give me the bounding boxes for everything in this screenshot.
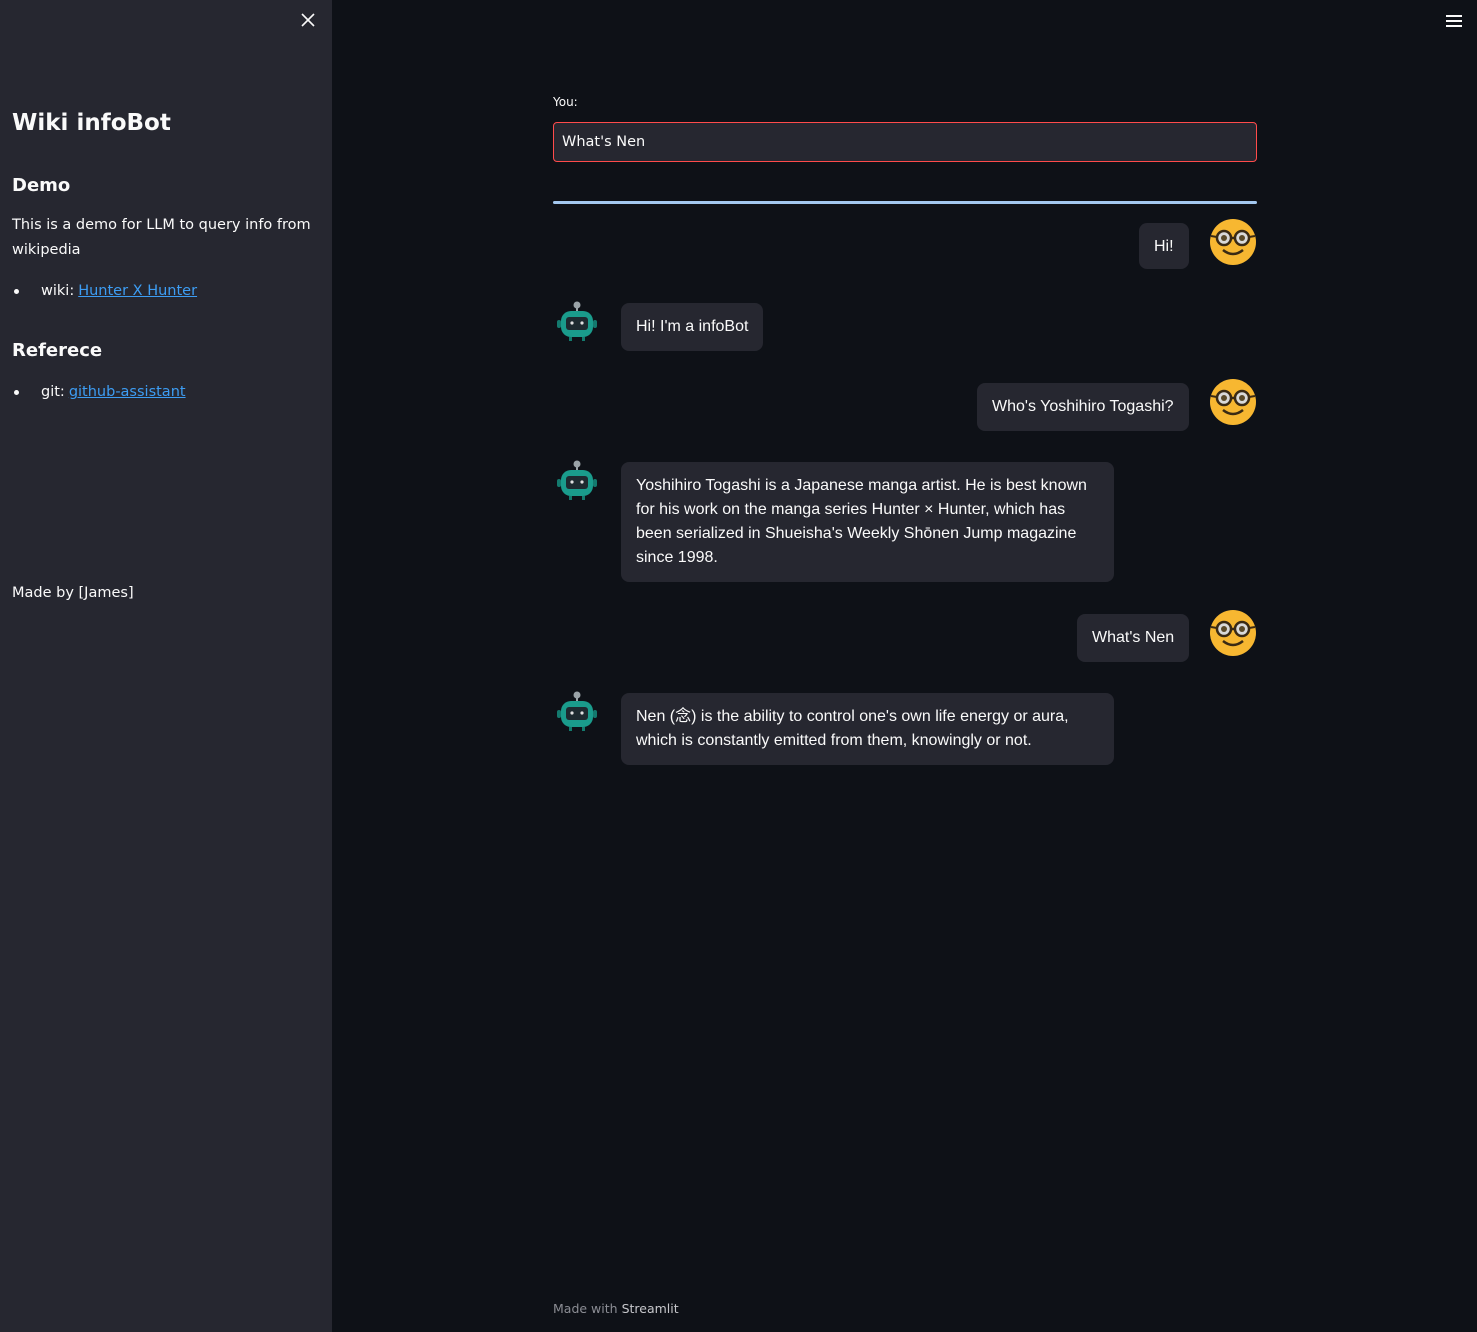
- nerd-face-avatar-icon: [1209, 609, 1257, 657]
- bot-message-bubble: Nen (念) is the ability to control one's …: [621, 693, 1114, 765]
- input-label: You:: [553, 95, 578, 109]
- progress-divider: [553, 201, 1257, 204]
- bot-message-bubble: Hi! I'm a infoBot: [621, 303, 764, 351]
- streamlit-link[interactable]: Streamlit: [622, 1301, 679, 1316]
- wiki-prefix: wiki:: [41, 283, 75, 299]
- hamburger-menu-icon: [1444, 15, 1464, 27]
- user-message-bubble: What's Nen: [1077, 614, 1190, 662]
- bot-message-bubble: Yoshihiro Togashi is a Japanese manga ar…: [621, 462, 1114, 582]
- robot-avatar-icon: [555, 690, 599, 734]
- git-list-item: git: github-assistant: [12, 384, 186, 400]
- nerd-face-avatar-icon: [1209, 218, 1257, 266]
- git-prefix: git:: [41, 384, 65, 400]
- user-message-bubble: Hi!: [1139, 223, 1189, 269]
- nerd-face-avatar-icon: [1209, 378, 1257, 426]
- close-sidebar-button[interactable]: [298, 10, 318, 30]
- main-menu-button[interactable]: [1444, 12, 1464, 30]
- robot-avatar-icon: [555, 300, 599, 344]
- bullet: [14, 288, 19, 294]
- wiki-link[interactable]: Hunter X Hunter: [78, 283, 197, 299]
- user-message-bubble: Who's Yoshihiro Togashi?: [977, 383, 1189, 431]
- sidebar-title: Wiki infoBot: [12, 110, 171, 136]
- reference-heading: Referece: [12, 340, 103, 361]
- robot-avatar-icon: [555, 459, 599, 503]
- bullet: [14, 389, 19, 395]
- made-by-text: Made by [James]: [12, 585, 134, 601]
- footer: Made with Streamlit: [553, 1301, 679, 1316]
- demo-heading: Demo: [12, 175, 71, 196]
- footer-prefix: Made with: [553, 1301, 618, 1316]
- git-link[interactable]: github-assistant: [69, 384, 186, 400]
- close-icon: [301, 13, 315, 27]
- sidebar: Wiki infoBot Demo This is a demo for LLM…: [0, 0, 332, 1332]
- demo-description: This is a demo for LLM to query info fro…: [12, 217, 311, 258]
- chat-input[interactable]: [553, 122, 1257, 162]
- wiki-list-item: wiki: Hunter X Hunter: [12, 283, 197, 299]
